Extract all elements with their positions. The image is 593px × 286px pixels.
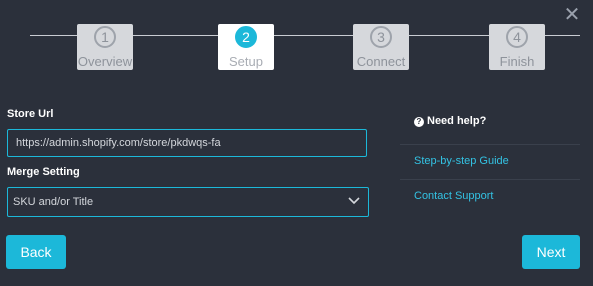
- divider: [400, 144, 580, 145]
- step-setup[interactable]: 2 Setup: [218, 24, 274, 70]
- step-number: 4: [506, 26, 528, 48]
- step-by-step-guide-link[interactable]: Step-by-step Guide: [414, 155, 509, 167]
- step-label: Setup: [229, 54, 263, 69]
- contact-support-link[interactable]: Contact Support: [414, 190, 494, 202]
- help-title-text: Need help?: [427, 115, 487, 127]
- next-button[interactable]: Next: [522, 235, 580, 269]
- step-connect[interactable]: 3 Connect: [353, 24, 409, 70]
- step-label: Connect: [356, 54, 406, 69]
- step-number: 3: [370, 26, 392, 48]
- divider: [400, 179, 580, 180]
- step-number: 2: [235, 26, 257, 48]
- close-icon[interactable]: ✕: [563, 5, 581, 25]
- store-url-input[interactable]: [7, 129, 367, 157]
- help-title: ? Need help?: [414, 115, 486, 127]
- store-url-label: Store Url: [7, 108, 54, 120]
- back-button[interactable]: Back: [6, 235, 66, 269]
- merge-setting-label: Merge Setting: [7, 166, 80, 178]
- step-label: Overview: [77, 54, 133, 69]
- question-circle-icon: ?: [414, 117, 424, 127]
- step-overview[interactable]: 1 Overview: [77, 24, 133, 70]
- chevron-down-icon: [348, 197, 360, 205]
- step-finish[interactable]: 4 Finish: [489, 24, 545, 70]
- step-label: Finish: [499, 54, 535, 69]
- merge-setting-value: SKU and/or Title: [13, 196, 94, 208]
- step-number: 1: [94, 26, 116, 48]
- merge-setting-select[interactable]: SKU and/or Title: [7, 187, 369, 217]
